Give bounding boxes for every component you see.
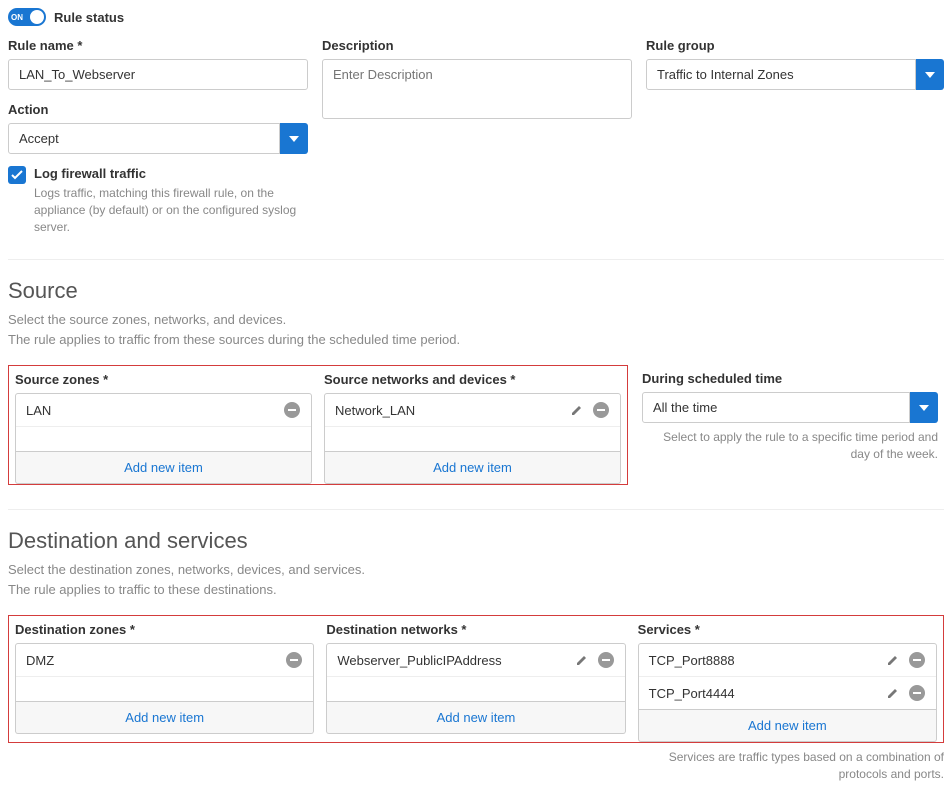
remove-icon[interactable] [908, 684, 926, 702]
dest-title: Destination and services [8, 528, 944, 554]
log-traffic-checkbox[interactable] [8, 166, 26, 184]
add-service-button[interactable]: Add new item [638, 710, 937, 742]
dest-networks-label: Destination networks [326, 622, 625, 637]
remove-icon[interactable] [592, 401, 610, 419]
action-dropdown-button[interactable] [280, 123, 308, 154]
log-traffic-label: Log firewall traffic [34, 166, 304, 181]
source-networks-label: Source networks and devices [324, 372, 621, 387]
source-zones-label: Source zones [15, 372, 312, 387]
dest-network-item: Webserver_PublicIPAddress [337, 653, 501, 668]
chevron-down-icon [289, 136, 299, 142]
list-item: Network_LAN [325, 394, 620, 427]
rule-name-label: Rule name [8, 38, 308, 53]
list-item: Webserver_PublicIPAddress [327, 644, 624, 677]
schedule-select[interactable]: All the time [642, 392, 910, 423]
schedule-label: During scheduled time [642, 371, 938, 386]
list-item: DMZ [16, 644, 313, 677]
add-source-zone-button[interactable]: Add new item [15, 452, 312, 484]
chevron-down-icon [925, 72, 935, 78]
description-input[interactable] [322, 59, 632, 119]
rule-group-label: Rule group [646, 38, 944, 53]
remove-icon[interactable] [283, 401, 301, 419]
check-icon [11, 170, 23, 180]
remove-icon[interactable] [597, 651, 615, 669]
edit-icon[interactable] [884, 684, 902, 702]
remove-icon[interactable] [908, 651, 926, 669]
services-help: Services are traffic types based on a co… [632, 749, 944, 783]
add-dest-network-button[interactable]: Add new item [326, 702, 625, 734]
source-desc-2: The rule applies to traffic from these s… [8, 330, 944, 350]
source-zone-item: LAN [26, 403, 51, 418]
services-label: Services [638, 622, 937, 637]
rule-status-toggle[interactable]: ON [8, 8, 46, 26]
action-label: Action [8, 102, 308, 117]
list-item: TCP_Port8888 [639, 644, 936, 677]
list-item: LAN [16, 394, 311, 427]
source-network-item: Network_LAN [335, 403, 415, 418]
list-item: TCP_Port4444 [639, 677, 936, 709]
rule-group-dropdown-button[interactable] [916, 59, 944, 90]
rule-group-select[interactable]: Traffic to Internal Zones [646, 59, 916, 90]
schedule-help: Select to apply the rule to a specific t… [642, 429, 938, 463]
rule-status-label: Rule status [54, 10, 124, 25]
dest-zone-item: DMZ [26, 653, 54, 668]
schedule-dropdown-button[interactable] [910, 392, 938, 423]
toggle-text: ON [11, 13, 23, 22]
dest-desc-2: The rule applies to traffic to these des… [8, 580, 944, 600]
action-select[interactable]: Accept [8, 123, 280, 154]
edit-icon[interactable] [884, 651, 902, 669]
edit-icon[interactable] [568, 401, 586, 419]
dest-zones-label: Destination zones [15, 622, 314, 637]
edit-icon[interactable] [573, 651, 591, 669]
description-label: Description [322, 38, 632, 53]
service-item: TCP_Port8888 [649, 653, 735, 668]
service-item: TCP_Port4444 [649, 686, 735, 701]
add-dest-zone-button[interactable]: Add new item [15, 702, 314, 734]
chevron-down-icon [919, 405, 929, 411]
log-traffic-help: Logs traffic, matching this firewall rul… [34, 185, 304, 235]
remove-icon[interactable] [285, 651, 303, 669]
rule-name-input[interactable] [8, 59, 308, 90]
source-title: Source [8, 278, 944, 304]
source-desc-1: Select the source zones, networks, and d… [8, 310, 944, 330]
dest-desc-1: Select the destination zones, networks, … [8, 560, 944, 580]
add-source-network-button[interactable]: Add new item [324, 452, 621, 484]
